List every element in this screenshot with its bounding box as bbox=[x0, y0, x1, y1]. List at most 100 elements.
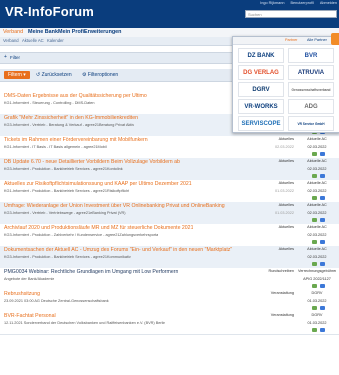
news-row-title[interactable]: Rebrushsitzung bbox=[4, 291, 40, 297]
app-header: VR-InfoForum Ingo Rijkmann Benutzerprofi… bbox=[0, 0, 339, 28]
status-icon bbox=[312, 152, 317, 156]
filter-button-label: Filtern bbox=[8, 72, 22, 78]
logout-link[interactable]: Abmelden bbox=[320, 1, 337, 5]
news-row-date: 01.03.2022 bbox=[274, 211, 294, 215]
news-row-category: Aktuelles bbox=[278, 181, 294, 185]
reset-label: Zurücksetzen bbox=[41, 72, 72, 78]
attachment-icon bbox=[320, 218, 325, 222]
news-row-source: Aktuelle AC bbox=[307, 137, 327, 141]
partner-logo-tile[interactable]: Genossenschaftsverband bbox=[288, 82, 334, 97]
app-logo-title[interactable]: VR-InfoForum bbox=[5, 4, 94, 19]
partner-dropdown: Partner Alle Partner DZ BANK BVR DG VERLAG… bbox=[232, 36, 339, 133]
news-row-category: Aktuelles bbox=[278, 247, 294, 251]
partner-logo-tile[interactable]: SERVISCOPE bbox=[238, 116, 284, 131]
partner-logo-tile[interactable]: DGRV bbox=[238, 82, 284, 97]
news-row-title[interactable]: DB Update 6.70 - neue Detaillierter Vorb… bbox=[4, 159, 180, 165]
subnav-item-aktuelle-ac[interactable]: Aktuelle AC bbox=[22, 38, 44, 43]
status-icon bbox=[312, 240, 317, 244]
news-row-title[interactable]: DMS-Daten Ergebnisse aus der Qualitätssi… bbox=[4, 93, 147, 99]
partner-logo-tile[interactable]: ADG bbox=[288, 99, 334, 114]
news-row-updated: 02.03.2022 bbox=[307, 167, 327, 171]
nav-item-mein-profil[interactable]: Mein Profil bbox=[58, 29, 86, 35]
news-row-category: Aktuelles bbox=[278, 159, 294, 163]
filter-options-button[interactable]: ⚙ Filteroptionen bbox=[82, 72, 118, 78]
tab-alle-partner[interactable]: Alle Partner bbox=[307, 38, 327, 42]
news-row[interactable]: Dokumentsachen der Aktuell AC - Umzug de… bbox=[0, 246, 339, 269]
partner-logo-tile[interactable]: DG VERLAG bbox=[238, 65, 284, 80]
news-row-updated: 02.03.2022 bbox=[307, 233, 327, 237]
filter-expand-icon[interactable]: + bbox=[4, 54, 7, 60]
news-row-updated: 02.03.2022 bbox=[307, 211, 327, 215]
attachment-icon bbox=[320, 328, 325, 332]
partner-logo-tile[interactable]: VR Service GmbH bbox=[288, 116, 334, 131]
news-row-title[interactable]: Dokumentsachen der Aktuell AC - Umzug de… bbox=[4, 247, 232, 253]
status-icon bbox=[312, 196, 317, 200]
news-row-updated: 01.03.2022 bbox=[307, 321, 327, 325]
news-row-subtitle: KG3-Informiert - Produktion - Bankbetrie… bbox=[4, 255, 131, 259]
news-row-subtitle: KG3-Informiert - Vertrieb - Beratung & V… bbox=[4, 123, 135, 127]
news-row-updated: 02.03.2022 bbox=[307, 255, 327, 259]
side-panel-handle[interactable] bbox=[331, 33, 339, 45]
news-row-source: Aktuelle AC bbox=[307, 247, 327, 251]
profile-link[interactable]: Benutzerprofil bbox=[290, 1, 313, 5]
news-row-title[interactable]: Aktuelles zur Risikoftpflichtsimulations… bbox=[4, 181, 192, 187]
partner-tabs: Partner Alle Partner bbox=[233, 37, 337, 45]
news-row-subtitle: KG3-Informiert - Produktion - Zahlverkeh… bbox=[4, 233, 159, 237]
news-row-title[interactable]: Grafik "Mehr Zinssicherheit" in den KG-I… bbox=[4, 115, 138, 121]
status-icon bbox=[312, 262, 317, 266]
news-row-subtitle: Angebote der Bank/Akademie bbox=[4, 277, 55, 281]
news-row[interactable]: Archivlauf 2020 und Produktionsläufe MR … bbox=[0, 224, 339, 247]
news-row-title[interactable]: Umfrage: Wiederanlage der Union Investme… bbox=[4, 203, 225, 209]
news-row-updated: 02.03.2022 bbox=[307, 145, 327, 149]
search-input[interactable]: Suchen bbox=[245, 10, 337, 18]
news-row[interactable]: Aktuelles zur Risikoftpflichtsimulations… bbox=[0, 180, 339, 203]
news-row[interactable]: Rebrushsitzung 23.09.2021 03:00 AG Deutsc… bbox=[0, 290, 339, 313]
news-row-category: Rundschreiben bbox=[268, 269, 294, 273]
news-row-source: DGRV bbox=[311, 313, 323, 317]
status-icon bbox=[312, 218, 317, 222]
subnav-item-verband[interactable]: Verband bbox=[3, 38, 19, 43]
partner-logo-tile[interactable]: ATRUVIA bbox=[288, 65, 334, 80]
attachment-icon bbox=[320, 262, 325, 266]
news-row-subtitle: 12.11.2021 Sonderverband der Deutschen V… bbox=[4, 321, 166, 325]
news-row-subtitle: KG3-Informiert - Vertrieb - Vertriebsweg… bbox=[4, 211, 126, 215]
news-row-date: 01.03.2022 bbox=[274, 189, 294, 193]
news-row-source: Aktuelle AC bbox=[307, 159, 327, 163]
news-row-title[interactable]: Archivlauf 2020 und Produktionsläufe MR … bbox=[4, 225, 193, 231]
news-row[interactable]: Umfrage: Wiederanlage der Union Investme… bbox=[0, 202, 339, 225]
news-row-source: DGRV bbox=[311, 291, 323, 295]
attachment-icon bbox=[320, 284, 325, 288]
news-row-title[interactable]: BVR-Fachtat Personal bbox=[4, 313, 56, 319]
news-row-title[interactable]: Tickets im Rahmen einer Fördervereinbaru… bbox=[4, 137, 148, 143]
news-row[interactable]: PMG0034 Webinar: Rechtliche Grundlagen i… bbox=[0, 268, 339, 291]
nav-item-meine-bank[interactable]: Meine Bank bbox=[28, 29, 58, 35]
news-row-category: Aktuelles bbox=[278, 203, 294, 207]
news-row[interactable]: Tickets im Rahmen einer Fördervereinbaru… bbox=[0, 136, 339, 159]
news-row-category: Aktuelles bbox=[278, 137, 294, 141]
news-row-subtitle: KG1-Informiert - IT Basis - IT Basis all… bbox=[4, 145, 107, 149]
filter-button[interactable]: Filtern ▾ bbox=[4, 71, 30, 79]
news-row-subtitle: KG1-Informiert - Produktion - Bankbetrie… bbox=[4, 189, 130, 193]
filter-label[interactable]: Filter bbox=[10, 55, 20, 60]
tab-partner[interactable]: Partner bbox=[285, 38, 297, 42]
nav-item-erweiterungen[interactable]: Erweiterungen bbox=[84, 29, 121, 35]
news-row-title[interactable]: PMG0034 Webinar: Rechtliche Grundlagen i… bbox=[4, 269, 178, 275]
news-row-subtitle: 23.09.2021 03:00 AG Deutsche Zentral-Gen… bbox=[4, 299, 109, 303]
subnav-item-kalender[interactable]: Kalender bbox=[47, 38, 64, 43]
nav-item-verband[interactable]: Verband bbox=[3, 29, 23, 35]
user-name-link[interactable]: Ingo Rijkmann bbox=[260, 1, 284, 5]
news-row-updated: 02.03.2022 bbox=[307, 189, 327, 193]
attachment-icon bbox=[320, 240, 325, 244]
partner-logo-tile[interactable]: BVR bbox=[288, 48, 334, 63]
attachment-icon bbox=[320, 174, 325, 178]
partner-logo-tile[interactable]: DZ BANK bbox=[238, 48, 284, 63]
news-row[interactable]: BVR-Fachtat Personal 12.11.2021 Sonderver… bbox=[0, 312, 339, 335]
attachment-icon bbox=[320, 196, 325, 200]
partner-logo-tile[interactable]: VR-WORKS bbox=[238, 99, 284, 114]
news-row-source: Aktuelle AC bbox=[307, 203, 327, 207]
news-row[interactable]: DB Update 6.70 - neue Detaillierter Vorb… bbox=[0, 158, 339, 181]
news-row-subtitle: KG3-Informiert - Produktion - Bankbetrie… bbox=[4, 167, 123, 171]
reset-button[interactable]: ↺ Zurücksetzen bbox=[36, 72, 72, 78]
news-row-updated: 01.03.2022 bbox=[307, 299, 327, 303]
news-row-category: Veranstaltung bbox=[270, 291, 294, 295]
